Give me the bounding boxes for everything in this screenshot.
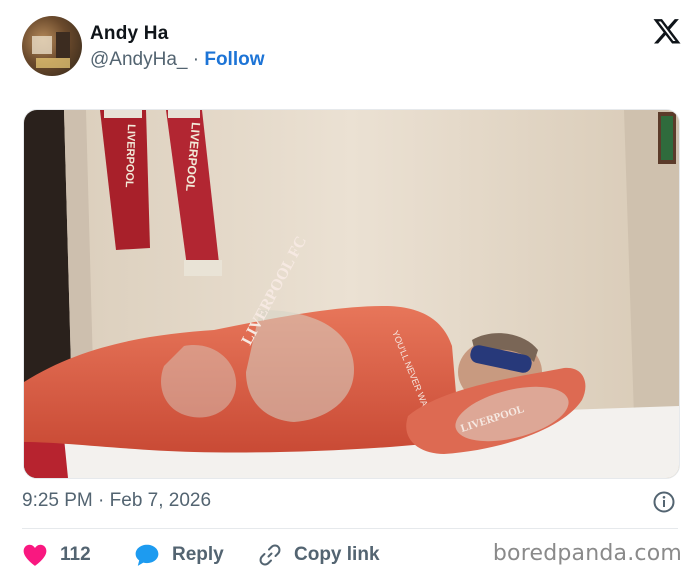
info-icon[interactable] — [652, 490, 676, 514]
author-handle[interactable]: @AndyHa_ — [90, 49, 187, 70]
heart-icon — [23, 544, 47, 566]
avatar[interactable] — [22, 16, 82, 76]
separator: · — [187, 49, 205, 70]
follow-link[interactable]: Follow — [204, 49, 264, 70]
link-icon — [259, 544, 281, 566]
reply-label: Reply — [172, 544, 224, 565]
tweet-header: Andy Ha @AndyHa_ · Follow — [22, 16, 682, 80]
watermark: boredpanda.com — [492, 541, 682, 566]
reply-button[interactable]: Reply — [134, 541, 224, 569]
actions-divider — [22, 528, 678, 529]
like-button[interactable]: 112 — [22, 541, 91, 569]
scarf-left-text: LIVERPOOL — [123, 124, 137, 188]
likes-count: 112 — [60, 544, 91, 565]
handle-row: @AndyHa_ · Follow — [90, 49, 265, 71]
tweet-timestamp[interactable]: 9:25 PM · Feb 7, 2026 — [22, 490, 211, 512]
copy-link-button[interactable]: Copy link — [258, 541, 380, 569]
copy-link-label: Copy link — [294, 544, 380, 565]
author-name[interactable]: Andy Ha — [90, 23, 168, 45]
photo-scene: LIVERPOOL LIVERPOOL LIVERPOOL FC YOU'LL … — [24, 110, 679, 478]
reply-bubble-icon — [135, 544, 159, 566]
x-logo-icon[interactable] — [652, 16, 682, 46]
tweet-photo[interactable]: LIVERPOOL LIVERPOOL LIVERPOOL FC YOU'LL … — [23, 109, 680, 479]
